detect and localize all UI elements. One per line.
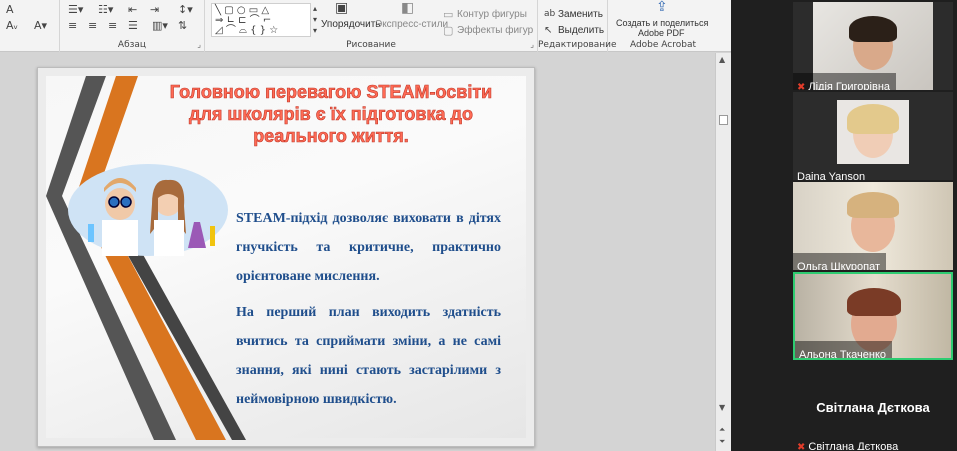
gallery-scroll-down-icon[interactable]: ▾ xyxy=(313,14,317,25)
participant-display-name: Світлана Дєткова xyxy=(816,400,930,415)
participant-hair xyxy=(847,104,899,134)
participant-name: Daina Yanson xyxy=(797,171,866,180)
line-spacing-icon[interactable]: ↕▾ xyxy=(178,4,193,15)
mic-muted-icon: ✖ xyxy=(797,82,806,90)
participant-hair xyxy=(847,288,901,316)
font-color-icon[interactable]: A▾ xyxy=(34,20,47,31)
kids-scientists-image xyxy=(68,164,228,256)
indent-increase-icon[interactable]: ⇥ xyxy=(150,4,159,15)
ribbon-toolbar: A Aᵥ A▾ ☰▾ ☷▾ ⇤ ⇥ ↕▾ ≡ ≡ ≡ ☰ ▥▾ ⇅ ⌟ Абза… xyxy=(0,0,731,52)
participant-name-bar: Daina Yanson xyxy=(793,163,871,180)
superscript-icon[interactable]: A xyxy=(6,4,14,15)
numbering-icon[interactable]: ☷▾ xyxy=(98,4,113,15)
columns-icon[interactable]: ▥▾ xyxy=(152,20,168,31)
presentation-editor-window: A Aᵥ A▾ ☰▾ ☷▾ ⇤ ⇥ ↕▾ ≡ ≡ ≡ ☰ ▥▾ ⇅ ⌟ Абза… xyxy=(0,0,731,451)
editing-group-label: Редактирование xyxy=(538,40,617,50)
indent-decrease-icon[interactable]: ⇤ xyxy=(128,4,137,15)
participant-name: Лідія Григорівна xyxy=(808,81,891,90)
participant-name-bar: ✖ Лідія Григорівна xyxy=(793,73,897,90)
participant-tile[interactable]: Daina Yanson xyxy=(793,92,953,180)
slide-paragraph-1[interactable]: STEAM-підхід дозволяє виховати в дітях г… xyxy=(236,204,501,291)
current-slide[interactable]: Головною перевагою STEAM-освіти для школ… xyxy=(37,67,535,447)
participant-hair xyxy=(847,192,899,218)
align-left-icon[interactable]: ≡ xyxy=(68,20,77,31)
gallery-more-icon[interactable]: ▾ xyxy=(313,25,317,36)
participant-tile-active-speaker[interactable]: Альона Ткаченко xyxy=(793,272,953,360)
shape-effects-icon[interactable]: ▢ xyxy=(443,25,453,36)
share-pdf-icon[interactable]: ⇪ xyxy=(656,0,668,14)
star-shape-icon[interactable]: ◿ ⌒ ⌓ { } ☆ xyxy=(215,26,278,36)
share-pdf-button-line2[interactable]: Adobe PDF xyxy=(638,28,685,38)
bullets-icon[interactable]: ☰▾ xyxy=(68,4,83,15)
justify-icon[interactable]: ☰ xyxy=(128,20,138,31)
scroll-thumb[interactable] xyxy=(719,115,728,125)
acrobat-group-label: Adobe Acrobat xyxy=(629,40,697,50)
align-right-icon[interactable]: ≡ xyxy=(108,20,117,31)
quick-styles-button[interactable]: Экспресс-стили xyxy=(375,19,448,30)
arrange-button[interactable]: Упорядочить xyxy=(321,19,381,30)
drawing-group-label: Рисование xyxy=(346,40,396,50)
ribbon-group-drawing: ╲ ▢ ○ ▭ △ ⇒ ∟ ⊏ ⌒ ⌐ ◿ ⌒ ⌓ { } ☆ ▴ ▾ ▾ ▣ … xyxy=(205,0,538,52)
paragraph-group-label: Абзац xyxy=(117,40,147,50)
ribbon-group-acrobat: ⇪ Создать и поделиться Adobe PDF Adobe A… xyxy=(608,0,718,52)
select-button[interactable]: Выделить xyxy=(558,25,604,36)
scroll-up-icon[interactable]: ▲ xyxy=(719,55,725,64)
participant-tile-camera-off[interactable]: Світлана Дєткова ✖ Світлана Дєткова xyxy=(793,362,953,450)
mic-muted-icon: ✖ xyxy=(797,442,806,450)
ribbon-group-font: A Aᵥ A▾ xyxy=(0,0,60,52)
participant-name: Ольга Шкуропат xyxy=(797,261,881,270)
gallery-scroll-up-icon[interactable]: ▴ xyxy=(313,3,317,14)
ribbon-group-paragraph: ☰▾ ☷▾ ⇤ ⇥ ↕▾ ≡ ≡ ≡ ☰ ▥▾ ⇅ ⌟ Абзац xyxy=(60,0,205,52)
align-center-icon[interactable]: ≡ xyxy=(88,20,97,31)
participant-name-bar: Альона Ткаченко xyxy=(795,341,892,358)
replace-icon[interactable]: ab xyxy=(544,9,555,20)
participant-name: Світлана Дєткова xyxy=(808,441,899,450)
shapes-gallery[interactable]: ╲ ▢ ○ ▭ △ ⇒ ∟ ⊏ ⌒ ⌐ ◿ ⌒ ⌓ { } ☆ xyxy=(211,3,311,37)
slide-paragraph-2[interactable]: На перший план виходить здатність вчитис… xyxy=(236,298,501,414)
quick-styles-icon[interactable]: ◧ xyxy=(401,1,414,15)
shape-outline-button[interactable]: Контур фигуры xyxy=(457,9,527,20)
ribbon-group-editing: ab Заменить ↖ Выделить Редактирование xyxy=(538,0,617,52)
slide-background: Головною перевагою STEAM-освіти для школ… xyxy=(46,76,526,440)
scroll-down-icon[interactable]: ▼ xyxy=(719,403,725,412)
arrange-icon[interactable]: ▣ xyxy=(335,1,348,15)
vertical-scrollbar[interactable]: ▲ ▼ ⏶ ⏷ xyxy=(715,53,731,451)
participant-tile[interactable]: Ольга Шкуропат xyxy=(793,182,953,270)
participant-tile[interactable]: ✖ Лідія Григорівна xyxy=(793,2,953,90)
participant-hair xyxy=(849,16,897,42)
text-direction-icon[interactable]: ⇅ xyxy=(178,20,187,31)
replace-button[interactable]: Заменить xyxy=(558,9,603,20)
select-icon[interactable]: ↖ xyxy=(544,25,552,36)
previous-slide-icon[interactable]: ⏶ xyxy=(719,425,725,435)
participant-name-bar: Ольга Шкуропат xyxy=(793,253,887,270)
next-slide-icon[interactable]: ⏷ xyxy=(719,437,725,447)
shape-effects-button[interactable]: Эффекты фигур xyxy=(457,25,533,36)
slide-title[interactable]: Головною перевагою STEAM-освіти для школ… xyxy=(166,81,496,147)
shape-outline-icon[interactable]: ▭ xyxy=(443,9,453,20)
font-size-down-icon[interactable]: Aᵥ xyxy=(6,20,18,31)
participant-name-bar: ✖ Світлана Дєткова xyxy=(793,433,904,450)
share-pdf-button-line1[interactable]: Создать и поделиться xyxy=(616,18,708,28)
participant-name: Альона Ткаченко xyxy=(799,349,886,360)
